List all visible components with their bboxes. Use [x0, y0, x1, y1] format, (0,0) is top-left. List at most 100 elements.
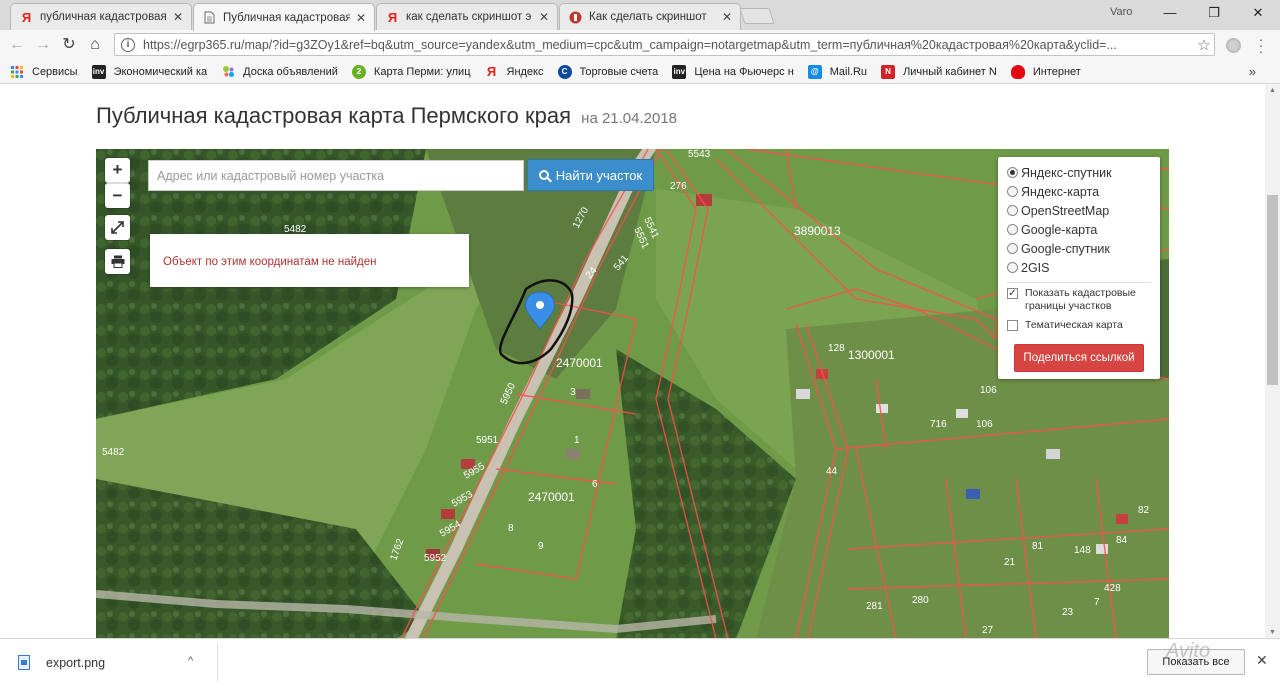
not-found-popup: Объект по этим координатам не найден: [150, 234, 469, 287]
page-title: Публичная кадастровая карта Пермского кр…: [96, 103, 677, 129]
tab-close-icon[interactable]: ✕: [537, 10, 551, 24]
search-input[interactable]: [148, 160, 524, 191]
parcel-label: 276: [670, 181, 687, 192]
forward-button[interactable]: →: [32, 34, 54, 56]
page-content: Публичная кадастровая карта Пермского кр…: [0, 85, 1265, 638]
reload-button[interactable]: ↻: [58, 34, 80, 56]
map-icon: 2: [351, 64, 366, 79]
page-title-text: Публичная кадастровая карта Пермского кр…: [96, 103, 572, 128]
show-borders-option[interactable]: ✓ Показать кадастровые границы участков: [1007, 287, 1160, 313]
tab-close-icon[interactable]: ✕: [171, 10, 185, 24]
page-scrollbar[interactable]: ▲ ▼: [1265, 85, 1280, 638]
address-bar[interactable]: i https://egrp365.ru/map/?id=g3ZOy1&ref=…: [114, 33, 1215, 56]
download-filename[interactable]: export.png: [46, 656, 105, 670]
radio-button[interactable]: [1007, 186, 1018, 197]
bookmark-futures[interactable]: inv Цена на Фьючерс н: [672, 64, 794, 79]
new-tab-button[interactable]: [739, 8, 775, 24]
parcel-label: 2470001: [556, 356, 603, 370]
checkbox[interactable]: [1007, 320, 1018, 331]
not-found-message: Объект по этим координатам не найден: [163, 256, 377, 268]
cadastral-map[interactable]: 5543 276 5541 5551 5482 3890013 1270 24 …: [96, 149, 1169, 638]
broker-icon: C: [557, 64, 572, 79]
close-icon[interactable]: ✕: [1256, 652, 1268, 669]
info-icon[interactable]: i: [121, 37, 135, 52]
scroll-up-icon[interactable]: ▲: [1265, 87, 1280, 94]
checkbox[interactable]: ✓: [1007, 288, 1018, 299]
bookmark-trading[interactable]: C Торговые счета: [557, 64, 658, 79]
layer-option-google-satellite[interactable]: Google-спутник: [1007, 239, 1160, 258]
avito-watermark: Avito: [1166, 640, 1211, 662]
layer-switcher: Яндекс-спутник Яндекс-карта OpenStreetMa…: [998, 157, 1160, 379]
extension-icon[interactable]: [1226, 38, 1241, 53]
tab-strip: Я публичная кадастровая ✕ Публичная када…: [0, 0, 1280, 31]
scroll-down-icon[interactable]: ▼: [1265, 629, 1280, 636]
parcel-label: 81: [1032, 541, 1044, 552]
parcel-label: 82: [1138, 505, 1150, 516]
layer-option-yandex-map[interactable]: Яндекс-карта: [1007, 182, 1160, 201]
tab-title: Публичная кадастровая: [223, 11, 350, 24]
tab-close-icon[interactable]: ✕: [720, 10, 734, 24]
radio-button[interactable]: [1007, 167, 1018, 178]
bookmarks-overflow-icon[interactable]: »: [1249, 64, 1256, 79]
print-icon[interactable]: [105, 249, 130, 274]
bookmark-yandex[interactable]: Я Яндекс: [485, 64, 544, 79]
parcel-label: 7: [1094, 597, 1100, 608]
restore-button[interactable]: ❐: [1192, 2, 1236, 24]
menu-icon[interactable]: · · ·: [1254, 32, 1268, 58]
parcel-label: 3890013: [794, 224, 841, 238]
download-bar: export.png ^ Показать все ✕: [0, 638, 1280, 685]
bookmark-label: Доска объявлений: [243, 65, 338, 78]
chevron-up-icon[interactable]: ^: [188, 655, 193, 667]
back-button[interactable]: ←: [6, 34, 28, 56]
bookmark-mailru[interactable]: @ Mail.Ru: [807, 64, 867, 79]
page-date: на 21.04.2018: [581, 110, 678, 127]
bookmark-star-icon[interactable]: ☆: [1194, 36, 1214, 54]
radio-button[interactable]: [1007, 205, 1018, 216]
zoom-in-button[interactable]: +: [105, 158, 130, 183]
search-icon: [538, 170, 549, 180]
find-parcel-button[interactable]: Найти участок: [527, 159, 654, 191]
parcel-label: 5952: [424, 553, 447, 564]
tab-title: как сделать скриншот э: [406, 11, 532, 23]
tab-close-icon[interactable]: ✕: [354, 11, 368, 25]
bookmark-economic[interactable]: inv Экономический ка: [91, 64, 207, 79]
layer-label: OpenStreetMap: [1021, 203, 1110, 218]
bookmark-internet[interactable]: Интернет: [1010, 64, 1081, 79]
minimize-button[interactable]: —: [1148, 2, 1192, 24]
fullscreen-icon[interactable]: [105, 215, 130, 240]
tab-1[interactable]: Я публичная кадастровая ✕: [10, 3, 192, 30]
tab-4[interactable]: Как сделать скриншот ✕: [559, 3, 741, 30]
bookmark-avito[interactable]: Доска объявлений: [221, 65, 338, 79]
parcel-label: 2470001: [528, 490, 575, 504]
layer-option-google-map[interactable]: Google-карта: [1007, 220, 1160, 239]
close-window-button[interactable]: ✕: [1236, 2, 1280, 24]
scroll-thumb[interactable]: [1267, 195, 1278, 385]
layer-option-yandex-satellite[interactable]: Яндекс-спутник: [1007, 163, 1160, 182]
bookmark-services[interactable]: Сервисы: [10, 65, 78, 79]
layer-option-2gis[interactable]: 2GIS: [1007, 258, 1160, 277]
zoom-out-button[interactable]: −: [105, 183, 130, 208]
bookmark-label: Личный кабинет N: [903, 65, 997, 78]
share-link-button[interactable]: Поделиться ссылкой: [1014, 344, 1144, 372]
parcel-label: 106: [980, 385, 997, 396]
bookmark-label: Карта Перми: улиц: [373, 65, 471, 78]
tab-3[interactable]: Я как сделать скриншот э ✕: [376, 3, 558, 30]
radio-button[interactable]: [1007, 243, 1018, 254]
download-item[interactable]: export.png: [18, 655, 105, 670]
n-icon: N: [881, 64, 896, 79]
checkbox-label: Показать кадастровые границы участков: [1025, 287, 1136, 312]
radio-button[interactable]: [1007, 224, 1018, 235]
profile-name[interactable]: Varo: [1110, 6, 1132, 18]
bookmark-perm-map[interactable]: 2 Карта Перми: улиц: [351, 64, 471, 79]
bookmark-cabinet[interactable]: N Личный кабинет N: [881, 64, 997, 79]
home-button[interactable]: ⌂: [84, 34, 106, 56]
parcel-label: 106: [976, 419, 993, 430]
url-text[interactable]: https://egrp365.ru/map/?id=g3ZOy1&ref=bq…: [143, 38, 1194, 52]
parcel-label: 5951: [476, 435, 499, 446]
thematic-map-option[interactable]: Тематическая карта: [1007, 319, 1160, 332]
inv-icon: inv: [672, 64, 687, 79]
parcel-label: 281: [866, 601, 883, 612]
radio-button[interactable]: [1007, 262, 1018, 273]
layer-option-osm[interactable]: OpenStreetMap: [1007, 201, 1160, 220]
tab-2[interactable]: Публичная кадастровая ✕: [193, 3, 375, 31]
